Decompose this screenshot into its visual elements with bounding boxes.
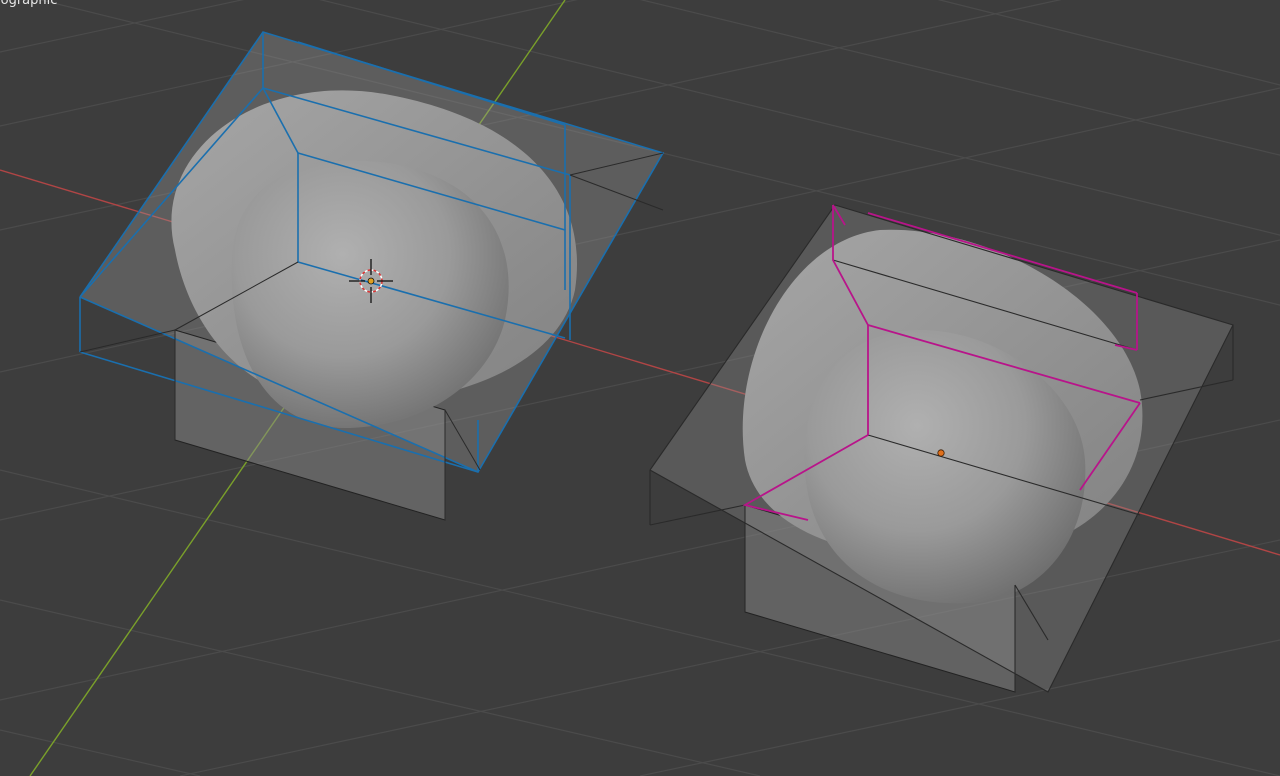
- origin-dot-icon[interactable]: [937, 449, 945, 457]
- right-mold-object[interactable]: [649, 204, 1234, 693]
- view-mode-label: lographic: [0, 0, 58, 8]
- 3d-viewport[interactable]: [0, 0, 1280, 776]
